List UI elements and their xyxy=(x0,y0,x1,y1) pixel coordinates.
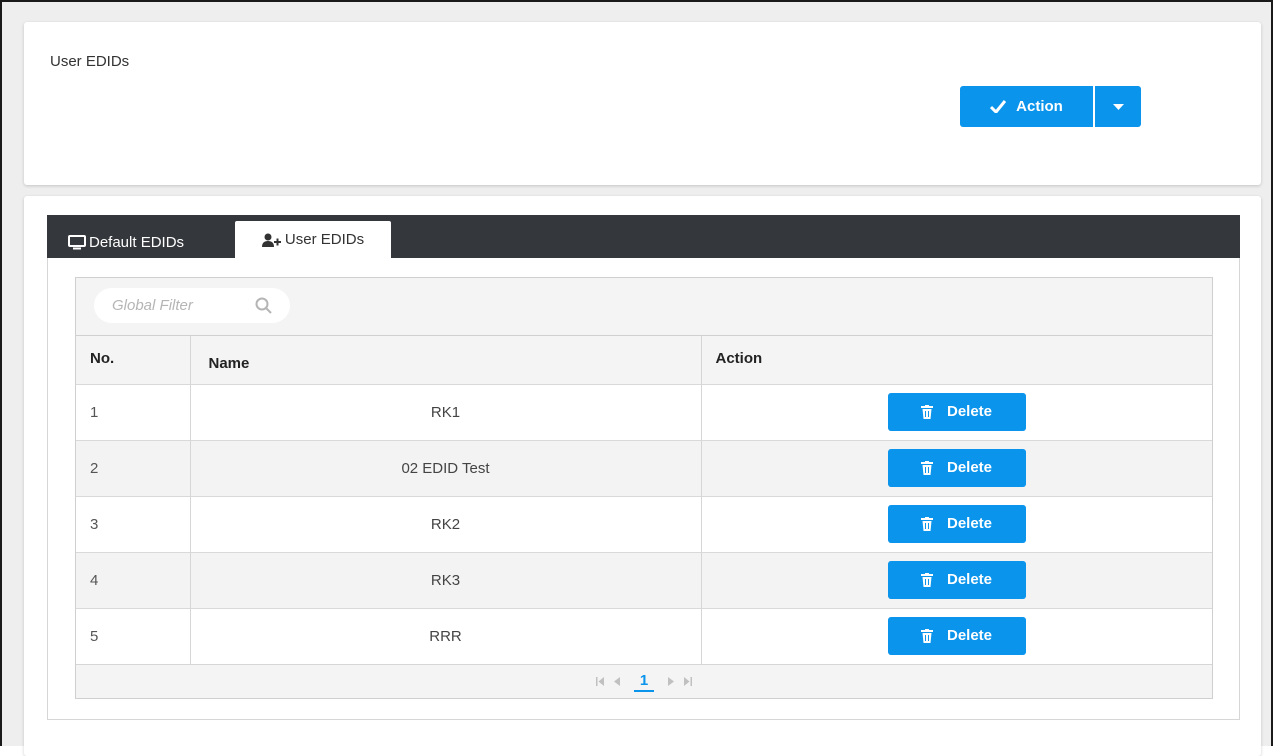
row-name: 02 EDID Test xyxy=(190,440,702,496)
delete-button-label: Delete xyxy=(946,571,993,588)
row-name: RK3 xyxy=(190,552,702,608)
user-add-icon xyxy=(261,233,282,247)
action-button-label: Action xyxy=(1016,98,1063,115)
delete-button-label: Delete xyxy=(946,403,993,420)
next-page-icon[interactable] xyxy=(668,677,675,686)
user-edid-table: No. Name Action 1 RK1 Delete 2 02 EDID T… xyxy=(76,336,1212,664)
table-row: 4 RK3 Delete xyxy=(76,552,1212,608)
pagination: 1 xyxy=(76,664,1212,698)
row-number: 3 xyxy=(76,496,191,552)
page-frame: User EDIDs Action Default EDIDs User EDI… xyxy=(0,0,1273,756)
previous-page-icon[interactable] xyxy=(613,677,620,686)
global-filter-placeholder: Global Filter xyxy=(112,297,193,314)
delete-button[interactable]: Delete xyxy=(887,504,1026,543)
tab-user-edids-label: User EDIDs xyxy=(284,231,365,248)
delete-button-label: Delete xyxy=(946,627,993,644)
monitor-icon xyxy=(68,234,86,250)
column-header-no[interactable]: No. xyxy=(76,336,191,384)
last-page-icon[interactable] xyxy=(684,677,693,686)
row-name: RRR xyxy=(190,608,702,664)
column-header-name[interactable]: Name xyxy=(190,336,702,384)
table-row: 2 02 EDID Test Delete xyxy=(76,440,1212,496)
table-row: 5 RRR Delete xyxy=(76,608,1212,664)
row-name: RK1 xyxy=(190,384,702,440)
tab-bar: Default EDIDs User EDIDs xyxy=(47,215,1240,258)
table-header-row: No. Name Action xyxy=(76,336,1212,384)
action-button-group: Action xyxy=(960,86,1141,127)
trash-icon xyxy=(920,516,933,531)
column-header-action: Action xyxy=(715,350,763,367)
tab-user-edids[interactable]: User EDIDs xyxy=(235,221,391,258)
caret-down-icon xyxy=(1112,98,1124,115)
delete-button-label: Delete xyxy=(946,459,993,476)
delete-button[interactable]: Delete xyxy=(887,448,1026,487)
row-number: 1 xyxy=(76,384,191,440)
table-row: 1 RK1 Delete xyxy=(76,384,1212,440)
action-dropdown-button[interactable] xyxy=(1095,86,1141,127)
row-number: 4 xyxy=(76,552,191,608)
trash-icon xyxy=(920,460,933,475)
delete-button-label: Delete xyxy=(946,515,993,532)
row-number: 5 xyxy=(76,608,191,664)
trash-icon xyxy=(920,404,933,419)
tab-default-edids[interactable]: Default EDIDs xyxy=(68,226,184,258)
table-row: 3 RK2 Delete xyxy=(76,496,1212,552)
current-page-number[interactable]: 1 xyxy=(633,672,655,692)
global-filter-input[interactable]: Global Filter xyxy=(94,288,290,323)
trash-icon xyxy=(920,572,933,587)
delete-button[interactable]: Delete xyxy=(887,392,1026,431)
row-name: RK2 xyxy=(190,496,702,552)
first-page-icon[interactable] xyxy=(595,677,604,686)
edid-card: Default EDIDs User EDIDs Global Filter N… xyxy=(24,196,1261,756)
delete-button[interactable]: Delete xyxy=(887,616,1026,655)
tab-default-edids-label: Default EDIDs xyxy=(89,233,185,251)
action-button[interactable]: Action xyxy=(960,86,1093,127)
page-title: User EDIDs xyxy=(50,53,130,70)
trash-icon xyxy=(920,628,933,643)
row-number: 2 xyxy=(76,440,191,496)
tab-panel-user-edids: Global Filter No. Name Action 1 RK1 Dele… xyxy=(47,258,1240,720)
delete-button[interactable]: Delete xyxy=(887,560,1026,599)
filter-bar: Global Filter xyxy=(76,278,1212,336)
header-card: User EDIDs Action xyxy=(24,22,1261,185)
search-icon xyxy=(255,297,272,319)
user-edid-table-container: Global Filter No. Name Action 1 RK1 Dele… xyxy=(75,277,1213,699)
checkmark-icon xyxy=(990,100,1007,113)
